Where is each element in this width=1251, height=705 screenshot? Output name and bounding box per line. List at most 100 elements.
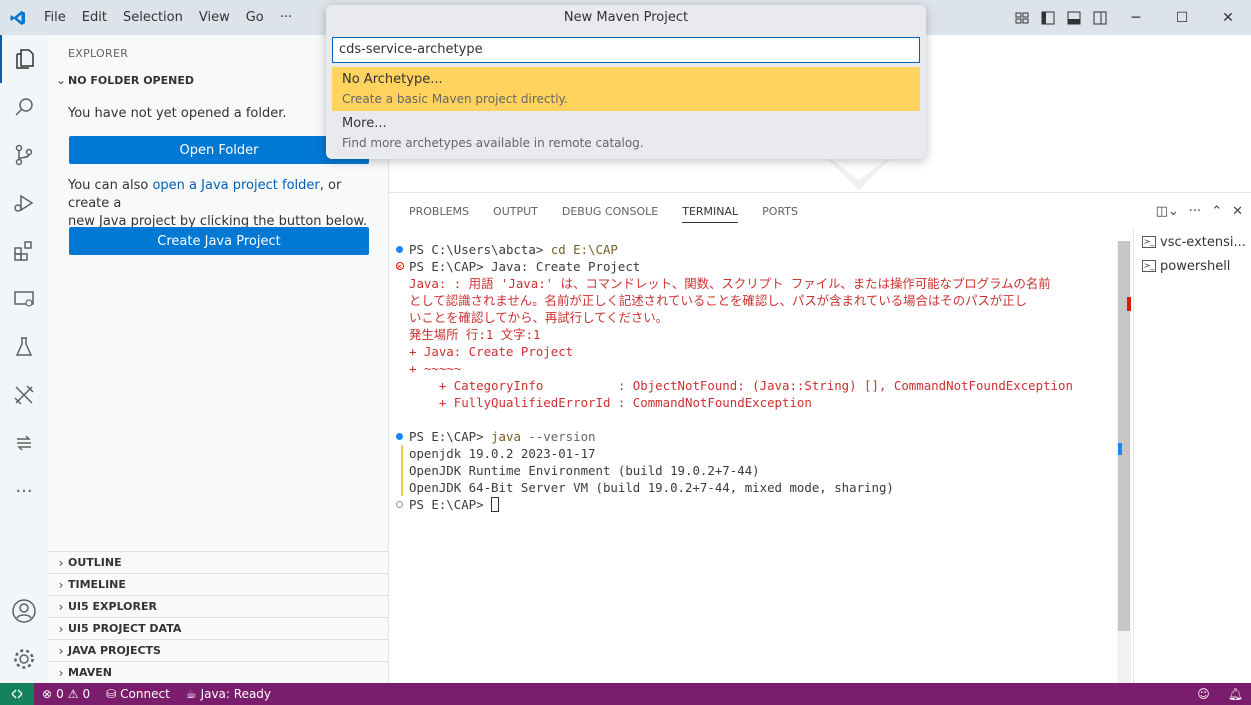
pane-label: TIMELINE (68, 578, 126, 591)
pane-label: OUTLINE (68, 556, 122, 569)
error-marker (1127, 297, 1131, 311)
sidebar-panes: › OUTLINE › TIMELINE › UI5 EXPLORER › UI5 PR… (48, 551, 389, 683)
error-line: + ~~~~~ (409, 361, 462, 376)
settings-gear-icon[interactable] (0, 635, 48, 683)
account-icon[interactable] (0, 587, 48, 635)
search-icon[interactable] (0, 83, 48, 131)
customize-layout-icon[interactable] (1009, 0, 1035, 35)
maximize-icon[interactable]: ☐ (1159, 0, 1205, 35)
database-icon: ⛁ (106, 687, 117, 701)
no-folder-text: You have not yet opened a folder. (68, 106, 287, 121)
vscode-logo-icon (0, 0, 36, 35)
error-icon: ⊗ (42, 687, 53, 701)
tab-debug-console[interactable]: DEBUG CONSOLE (550, 193, 670, 229)
run-debug-icon[interactable] (0, 179, 48, 227)
terminal-icon: >_ (1142, 260, 1156, 272)
pane-maven[interactable]: › MAVEN (48, 661, 389, 683)
command-success-icon (396, 246, 403, 253)
terminal-output[interactable]: PS C:\Users\abcta> cd E:\CAP PS E:\CAP> … (395, 241, 1115, 513)
terminal-item-powershell[interactable]: >_ powershell (1134, 255, 1251, 277)
command-flag: --version (520, 429, 596, 444)
open-java-project-link[interactable]: open a Java project folder (152, 178, 319, 193)
java-projects-icon[interactable] (0, 419, 48, 467)
testing-icon[interactable] (0, 323, 48, 371)
error-line: 発生場所 行:1 文字:1 (409, 327, 541, 342)
chevron-down-icon: ⌄ (55, 73, 67, 87)
remote-explorer-icon[interactable] (0, 275, 48, 323)
error-count: 0 (56, 687, 64, 701)
source-control-icon[interactable] (0, 131, 48, 179)
terminal-line: PS E:\CAP> (395, 496, 1115, 513)
pane-label: MAVEN (68, 666, 112, 679)
create-java-project-button[interactable]: Create Java Project (69, 227, 369, 255)
pane-java-projects[interactable]: › JAVA PROJECTS (48, 639, 389, 661)
extensions-icon[interactable] (0, 227, 48, 275)
toggle-primary-sidebar-icon[interactable] (1035, 0, 1061, 35)
error-line: + FullyQualifiedErrorId : CommandNotFoun… (409, 395, 812, 410)
close-panel-icon[interactable]: ✕ (1232, 204, 1243, 219)
menu-more[interactable]: ··· (272, 10, 300, 25)
prompt: PS E:\CAP> (409, 497, 492, 512)
tab-terminal[interactable]: TERMINAL (670, 193, 750, 229)
split-terminal-icon[interactable]: ◫⌄ (1156, 204, 1179, 219)
toggle-secondary-sidebar-icon[interactable] (1087, 0, 1113, 35)
menu-selection[interactable]: Selection (115, 10, 191, 25)
no-folder-section-header[interactable]: ⌄ NO FOLDER OPENED (54, 73, 194, 87)
java-project-text: You can also open a Java project folder,… (68, 177, 378, 231)
quick-pick-item-no-archetype[interactable]: No Archetype... Create a basic Maven pro… (332, 67, 920, 111)
terminal-icon: >_ (1142, 236, 1156, 248)
output-line: OpenJDK 64-Bit Server VM (build 19.0.2+7… (401, 479, 1115, 496)
command-pending-icon (396, 501, 403, 508)
menu-file[interactable]: File (36, 10, 74, 25)
tools-icon[interactable] (0, 371, 48, 419)
close-window-icon[interactable]: ✕ (1205, 0, 1251, 35)
pane-label: UI5 EXPLORER (68, 600, 157, 613)
chevron-right-icon: › (58, 665, 64, 680)
section-label: NO FOLDER OPENED (68, 73, 194, 87)
tab-ports[interactable]: PORTS (750, 193, 810, 229)
output-line: OpenJDK Runtime Environment (build 19.0.… (401, 462, 1115, 479)
copilot-icon[interactable]: ☺ (1197, 687, 1210, 701)
item-description: Find more archetypes available in remote… (342, 136, 644, 150)
menu-bar: File Edit Selection View Go ··· (36, 10, 300, 25)
tab-problems[interactable]: PROBLEMS (397, 193, 481, 229)
item-label: No Archetype... (342, 72, 443, 87)
terminal-item-extension[interactable]: >_ vsc-extensi... (1134, 231, 1251, 253)
terminal-line: PS C:\Users\abcta> cd E:\CAP (395, 241, 1115, 258)
prompt: PS E:\CAP> (409, 259, 492, 274)
menu-view[interactable]: View (191, 10, 238, 25)
tab-output[interactable]: OUTPUT (481, 193, 550, 229)
java-status-label: Java: Ready (200, 687, 272, 701)
prompt: PS E:\CAP> (409, 429, 492, 444)
explorer-icon[interactable] (0, 35, 48, 83)
problems-status[interactable]: ⊗ 0 ⚠ 0 (34, 687, 98, 701)
output-line: openjdk 19.0.2 2023-01-17 (401, 445, 1115, 462)
item-description: Create a basic Maven project directly. (342, 92, 568, 106)
remote-indicator-icon[interactable] (0, 683, 34, 705)
quick-pick-input[interactable]: cds-service-archetype (332, 37, 920, 63)
coffee-icon: ☕ (185, 687, 197, 701)
pane-ui5-project-data[interactable]: › UI5 PROJECT DATA (48, 617, 389, 639)
notifications-bell-icon[interactable]: 🔔︎ (1228, 687, 1243, 701)
menu-go[interactable]: Go (238, 10, 272, 25)
minimize-icon[interactable]: ─ (1113, 0, 1159, 35)
more-views-icon[interactable]: ··· (0, 467, 48, 515)
connect-status[interactable]: ⛁ Connect (98, 687, 178, 701)
quick-pick-item-more[interactable]: More... Find more archetypes available i… (332, 111, 920, 155)
toggle-panel-icon[interactable] (1061, 0, 1087, 35)
status-bar: ⊗ 0 ⚠ 0 ⛁ Connect ☕ Java: Ready ☺ 🔔︎ (0, 683, 1251, 705)
terminal-scrollbar[interactable] (1117, 241, 1131, 683)
pane-outline[interactable]: › OUTLINE (48, 551, 389, 573)
item-label: More... (342, 116, 387, 131)
pane-label: UI5 PROJECT DATA (68, 622, 182, 635)
pane-label: JAVA PROJECTS (68, 644, 161, 657)
menu-edit[interactable]: Edit (74, 10, 115, 25)
chevron-right-icon: › (58, 555, 64, 570)
more-actions-icon[interactable]: ··· (1189, 204, 1201, 219)
java-status[interactable]: ☕ Java: Ready (178, 687, 279, 701)
pane-timeline[interactable]: › TIMELINE (48, 573, 389, 595)
terminal-cursor (491, 497, 500, 512)
pane-ui5-explorer[interactable]: › UI5 EXPLORER (48, 595, 389, 617)
open-folder-button[interactable]: Open Folder (69, 136, 369, 164)
maximize-panel-icon[interactable]: ⌃ (1211, 204, 1222, 219)
